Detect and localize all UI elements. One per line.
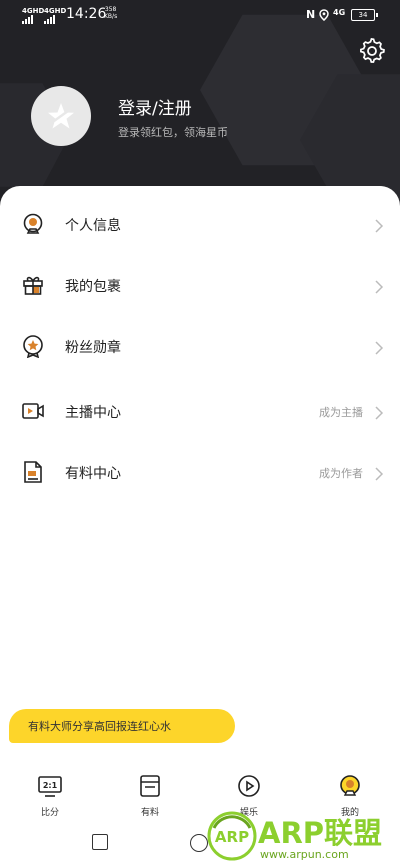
score-icon-text: 2:1 bbox=[43, 781, 58, 790]
menu-hint: 成为作者 bbox=[319, 467, 363, 480]
sim1-signal: 4GHD bbox=[22, 8, 44, 24]
play-icon bbox=[238, 775, 260, 797]
arp-logo-icon: ARP bbox=[207, 811, 257, 861]
watermark-title: ARP联盟 bbox=[258, 816, 383, 850]
sim2-signal: 4GHD bbox=[44, 8, 66, 24]
promo-banner[interactable]: 有料大师分享高回报连红心水 bbox=[9, 709, 235, 743]
menu-label: 粉丝勋章 bbox=[65, 340, 121, 356]
score-icon: 2:1 bbox=[38, 776, 62, 797]
chevron-right-icon bbox=[375, 280, 384, 294]
person-info-icon bbox=[23, 213, 43, 234]
menu-card: 个人信息 我的包裹 粉丝勋章 主播中心 成为主播 有料中心 成为作者 bbox=[0, 186, 400, 766]
clock: 14:26 bbox=[66, 6, 107, 22]
profile-header: 4GHD 4GHD 14:26 358 KB/s N 4G 34 登录/注册 登… bbox=[0, 0, 400, 210]
menu-item-fan-medal[interactable]: 粉丝勋章 bbox=[0, 315, 400, 375]
speed-unit: KB/s bbox=[104, 13, 118, 20]
menu-label: 个人信息 bbox=[65, 218, 121, 234]
speed-value: 358 bbox=[104, 6, 117, 13]
chevron-right-icon bbox=[375, 406, 384, 420]
watermark-url: www.arpun.com bbox=[260, 848, 349, 861]
chevron-right-icon bbox=[375, 219, 384, 233]
promo-banner-text: 有料大师分享高回报连红心水 bbox=[28, 720, 171, 733]
chevron-right-icon bbox=[375, 467, 384, 481]
menu-label: 我的包裹 bbox=[65, 279, 121, 295]
login-register-link[interactable]: 登录/注册 bbox=[118, 94, 192, 119]
network-type: 4G bbox=[333, 8, 346, 17]
login-subtitle: 登录领红包，领海星币 bbox=[118, 126, 228, 139]
gear-icon[interactable] bbox=[359, 38, 385, 64]
watermark-logo-text: ARP bbox=[215, 828, 249, 846]
menu-item-anchor-center[interactable]: 主播中心 成为主播 bbox=[0, 380, 400, 440]
network-speed: 358 KB/s bbox=[104, 6, 117, 20]
medal-icon bbox=[23, 335, 43, 358]
battery-level: 34 bbox=[358, 11, 368, 19]
sim1-label: 4GHD bbox=[22, 7, 45, 15]
battery-icon: 34 bbox=[351, 9, 378, 21]
sim2-label: 4GHD bbox=[44, 7, 67, 15]
recent-apps-button[interactable] bbox=[92, 834, 108, 850]
menu-item-personal-info[interactable]: 个人信息 bbox=[0, 193, 400, 253]
video-camera-icon bbox=[22, 403, 44, 419]
article-icon bbox=[140, 775, 160, 797]
menu-label: 有料中心 bbox=[65, 466, 121, 482]
avatar[interactable] bbox=[31, 86, 91, 146]
profile-icon bbox=[340, 775, 360, 796]
watermark: ARP ARP联盟 www.arpun.com bbox=[206, 808, 396, 864]
menu-item-content-center[interactable]: 有料中心 成为作者 bbox=[0, 441, 400, 501]
menu-hint: 成为主播 bbox=[319, 406, 363, 419]
tab-label: 有料 bbox=[140, 808, 159, 818]
menu-label: 主播中心 bbox=[65, 405, 121, 421]
menu-item-my-package[interactable]: 我的包裹 bbox=[0, 254, 400, 314]
document-icon bbox=[24, 461, 42, 483]
tab-score[interactable]: 2:1 比分 bbox=[20, 774, 80, 818]
chevron-right-icon bbox=[375, 341, 384, 355]
nfc-icon: N bbox=[306, 8, 316, 21]
status-bar: 4GHD 4GHD 14:26 358 KB/s N 4G 34 bbox=[0, 0, 400, 30]
star-logo-icon bbox=[48, 103, 74, 129]
location-icon bbox=[319, 9, 329, 21]
tab-label: 比分 bbox=[40, 808, 59, 818]
gift-icon bbox=[23, 276, 43, 295]
tab-articles[interactable]: 有料 bbox=[120, 774, 180, 818]
